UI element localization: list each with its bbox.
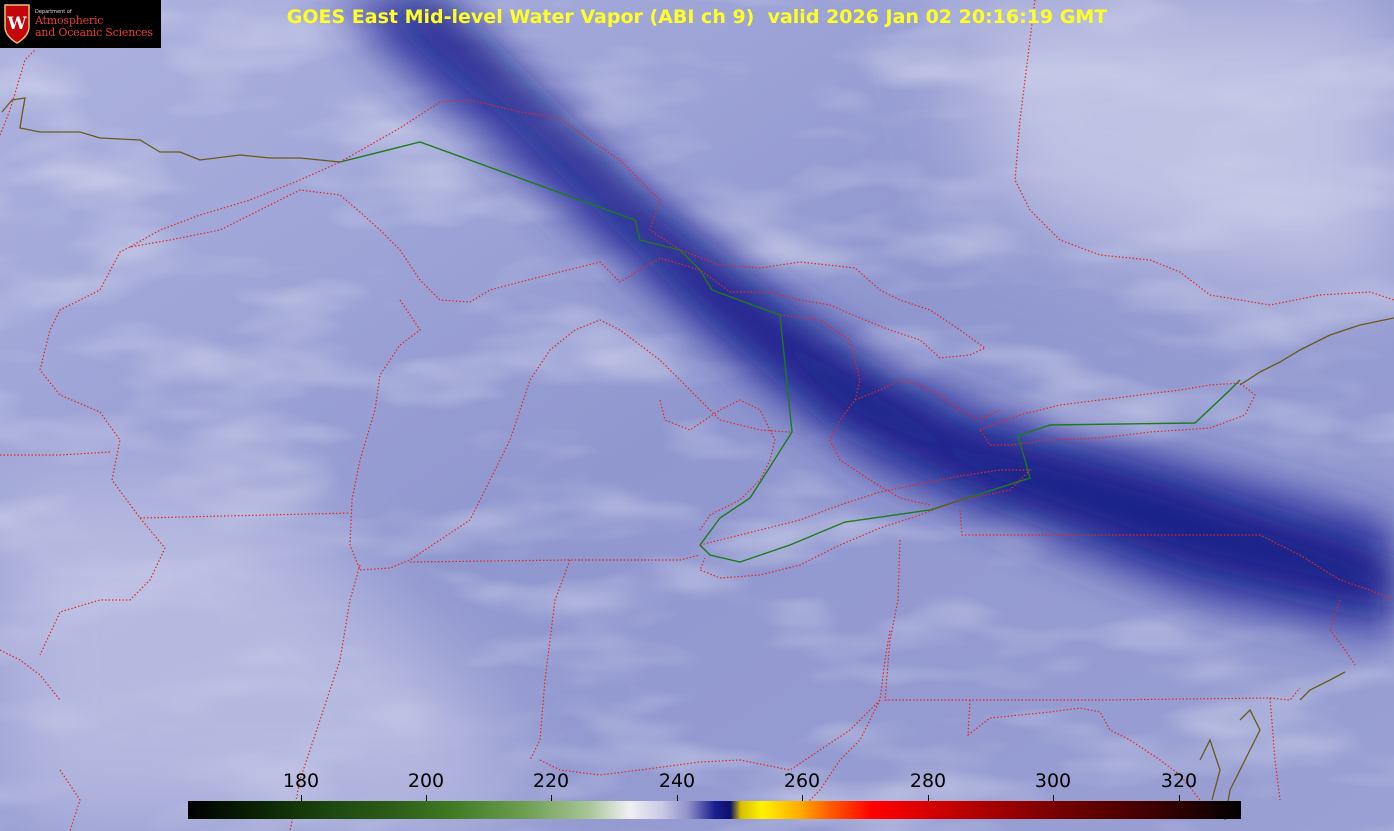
colorbar-label-180: 180 — [282, 770, 320, 792]
water-vapor-map — [0, 0, 1394, 831]
colorbar-label-320: 320 — [1160, 770, 1198, 792]
colorbar-label-280: 280 — [909, 770, 947, 792]
colorbar-label-260: 260 — [783, 770, 821, 792]
image-title: GOES East Mid-level Water Vapor (ABI ch … — [286, 6, 1108, 28]
colorbar-label-240: 240 — [658, 770, 696, 792]
colorbar-label-220: 220 — [532, 770, 570, 792]
colorbar-gradient — [188, 801, 1241, 819]
colorbar-label-300: 300 — [1034, 770, 1072, 792]
colorbar-label-200: 200 — [407, 770, 445, 792]
